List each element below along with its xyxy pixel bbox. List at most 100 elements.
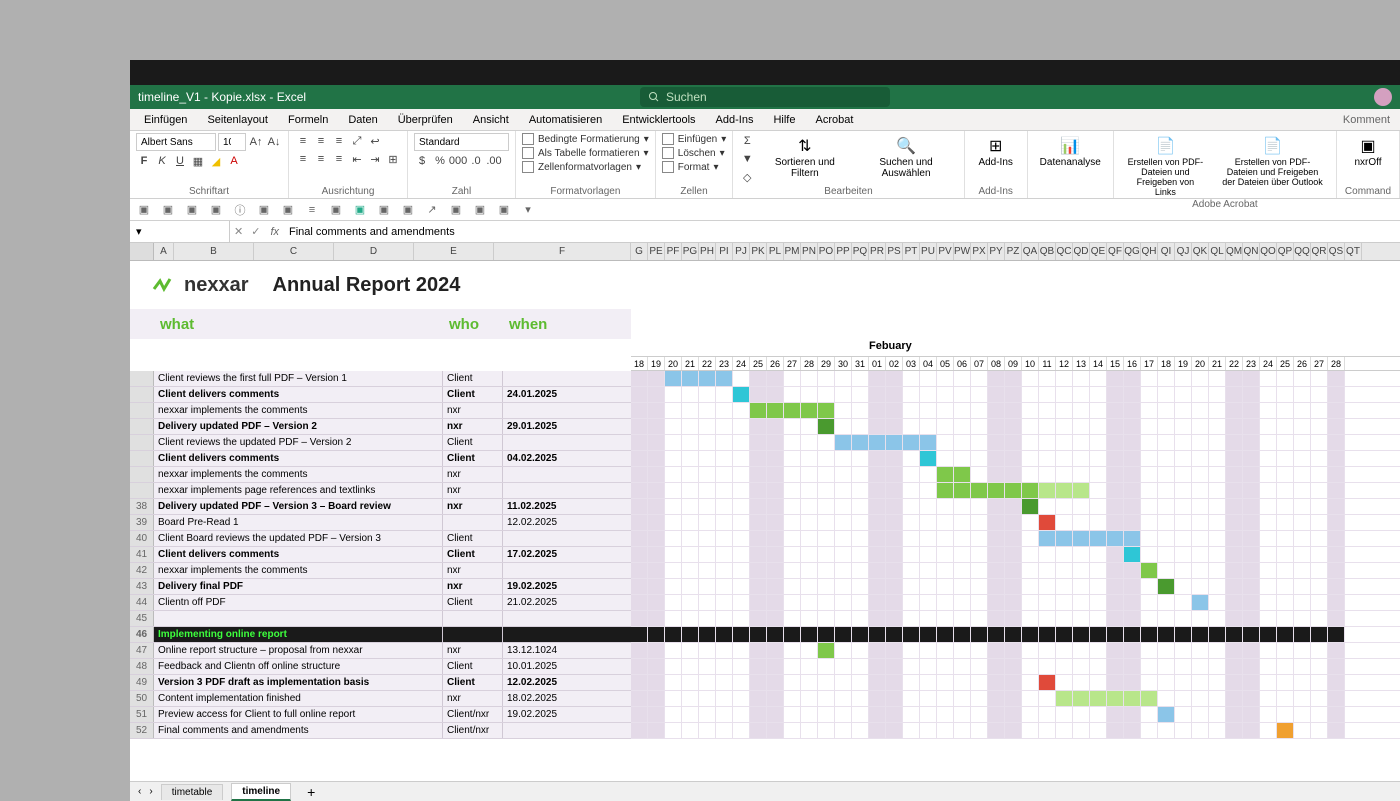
gantt-cell[interactable] xyxy=(971,451,988,466)
gantt-cell[interactable] xyxy=(665,531,682,546)
gantt-cell[interactable] xyxy=(937,707,954,722)
gantt-cell[interactable] xyxy=(631,707,648,722)
gantt-cell[interactable] xyxy=(1175,611,1192,626)
gantt-cell[interactable] xyxy=(1141,611,1158,626)
gantt-cell[interactable] xyxy=(801,419,818,434)
gantt-cell[interactable] xyxy=(1073,531,1090,546)
gantt-cell[interactable] xyxy=(699,531,716,546)
gantt-cell[interactable] xyxy=(1328,659,1345,674)
gantt-cell[interactable] xyxy=(750,691,767,706)
gantt-cell[interactable] xyxy=(903,515,920,530)
task-who[interactable]: Client xyxy=(443,451,503,466)
gantt-cell[interactable] xyxy=(665,547,682,562)
gantt-cell[interactable] xyxy=(852,467,869,482)
gantt-row[interactable] xyxy=(631,659,1400,675)
gantt-cell[interactable] xyxy=(1090,515,1107,530)
gantt-cell[interactable] xyxy=(1073,547,1090,562)
gantt-cell[interactable] xyxy=(1073,371,1090,386)
column-header[interactable]: QD xyxy=(1073,243,1090,260)
gantt-cell[interactable] xyxy=(1277,595,1294,610)
gantt-cell[interactable] xyxy=(988,371,1005,386)
gantt-cell[interactable] xyxy=(835,515,852,530)
gantt-cell[interactable] xyxy=(1107,515,1124,530)
gantt-cell[interactable] xyxy=(886,467,903,482)
gantt-cell[interactable] xyxy=(1073,707,1090,722)
gantt-cell[interactable] xyxy=(988,579,1005,594)
row-number[interactable]: 49 xyxy=(130,675,154,690)
gantt-cell[interactable] xyxy=(801,563,818,578)
gantt-cell[interactable] xyxy=(937,403,954,418)
task-row[interactable]: 45 xyxy=(130,611,631,627)
column-header[interactable]: PV xyxy=(937,243,954,260)
gantt-cell[interactable] xyxy=(920,547,937,562)
gantt-cell[interactable] xyxy=(699,371,716,386)
gantt-cell[interactable] xyxy=(886,579,903,594)
gantt-cell[interactable] xyxy=(1107,467,1124,482)
gantt-cell[interactable] xyxy=(1056,403,1073,418)
gantt-cell[interactable] xyxy=(1005,371,1022,386)
gantt-cell[interactable] xyxy=(937,515,954,530)
gantt-cell[interactable] xyxy=(1175,499,1192,514)
gantt-cell[interactable] xyxy=(631,563,648,578)
gantt-cell[interactable] xyxy=(699,691,716,706)
task-when[interactable]: 12.02.2025 xyxy=(503,515,631,530)
gantt-cell[interactable] xyxy=(1209,579,1226,594)
gantt-cell[interactable] xyxy=(1158,531,1175,546)
gantt-cell[interactable] xyxy=(1294,435,1311,450)
gantt-cell[interactable] xyxy=(1141,483,1158,498)
gantt-cell[interactable] xyxy=(988,691,1005,706)
column-header[interactable]: PI xyxy=(716,243,733,260)
gantt-cell[interactable] xyxy=(971,387,988,402)
column-header[interactable]: QT xyxy=(1345,243,1362,260)
gantt-cell[interactable] xyxy=(1294,611,1311,626)
task-who[interactable]: nxr xyxy=(443,499,503,514)
gantt-cell[interactable] xyxy=(937,659,954,674)
gantt-cell[interactable] xyxy=(767,531,784,546)
gantt-cell[interactable] xyxy=(784,371,801,386)
gantt-cell[interactable] xyxy=(631,435,648,450)
task-when[interactable]: 19.02.2025 xyxy=(503,579,631,594)
gantt-cell[interactable] xyxy=(1243,691,1260,706)
task-row[interactable]: 41Client delivers commentsClient17.02.20… xyxy=(130,547,631,563)
gantt-cell[interactable] xyxy=(988,515,1005,530)
gantt-cell[interactable] xyxy=(801,435,818,450)
gantt-cell[interactable] xyxy=(1107,435,1124,450)
gantt-cell[interactable] xyxy=(784,643,801,658)
gantt-cell[interactable] xyxy=(801,579,818,594)
gantt-cell[interactable] xyxy=(1175,371,1192,386)
gantt-cell[interactable] xyxy=(1056,547,1073,562)
gantt-cell[interactable] xyxy=(631,675,648,690)
qa-icon[interactable]: ▣ xyxy=(376,202,392,218)
gantt-cell[interactable] xyxy=(1039,563,1056,578)
task-when[interactable] xyxy=(503,467,631,482)
gantt-cell[interactable] xyxy=(1175,483,1192,498)
gantt-cell[interactable] xyxy=(818,483,835,498)
gantt-cell[interactable] xyxy=(937,419,954,434)
gantt-cell[interactable] xyxy=(1328,643,1345,658)
gantt-cell[interactable] xyxy=(954,435,971,450)
clear-icon[interactable]: ◇ xyxy=(739,169,755,185)
gantt-cell[interactable] xyxy=(937,451,954,466)
gantt-cell[interactable] xyxy=(835,499,852,514)
gantt-cell[interactable] xyxy=(1022,499,1039,514)
gantt-cell[interactable] xyxy=(733,467,750,482)
task-who[interactable]: Client xyxy=(443,387,503,402)
gantt-cell[interactable] xyxy=(682,595,699,610)
gantt-cell[interactable] xyxy=(1328,483,1345,498)
gantt-cell[interactable] xyxy=(699,723,716,738)
column-header[interactable]: PL xyxy=(767,243,784,260)
gantt-cell[interactable] xyxy=(1039,387,1056,402)
task-what[interactable]: Client Board reviews the updated PDF – V… xyxy=(154,531,443,546)
gantt-row[interactable] xyxy=(631,707,1400,723)
gantt-cell[interactable] xyxy=(1005,419,1022,434)
gantt-cell[interactable] xyxy=(665,563,682,578)
task-who[interactable]: nxr xyxy=(443,483,503,498)
task-who[interactable]: Client xyxy=(443,435,503,450)
gantt-cell[interactable] xyxy=(682,707,699,722)
gantt-cell[interactable] xyxy=(750,403,767,418)
fx-label[interactable]: fx xyxy=(264,226,285,238)
underline-button[interactable]: U xyxy=(172,153,188,169)
gantt-cell[interactable] xyxy=(835,531,852,546)
gantt-cell[interactable] xyxy=(971,547,988,562)
gantt-cell[interactable] xyxy=(1294,627,1311,642)
